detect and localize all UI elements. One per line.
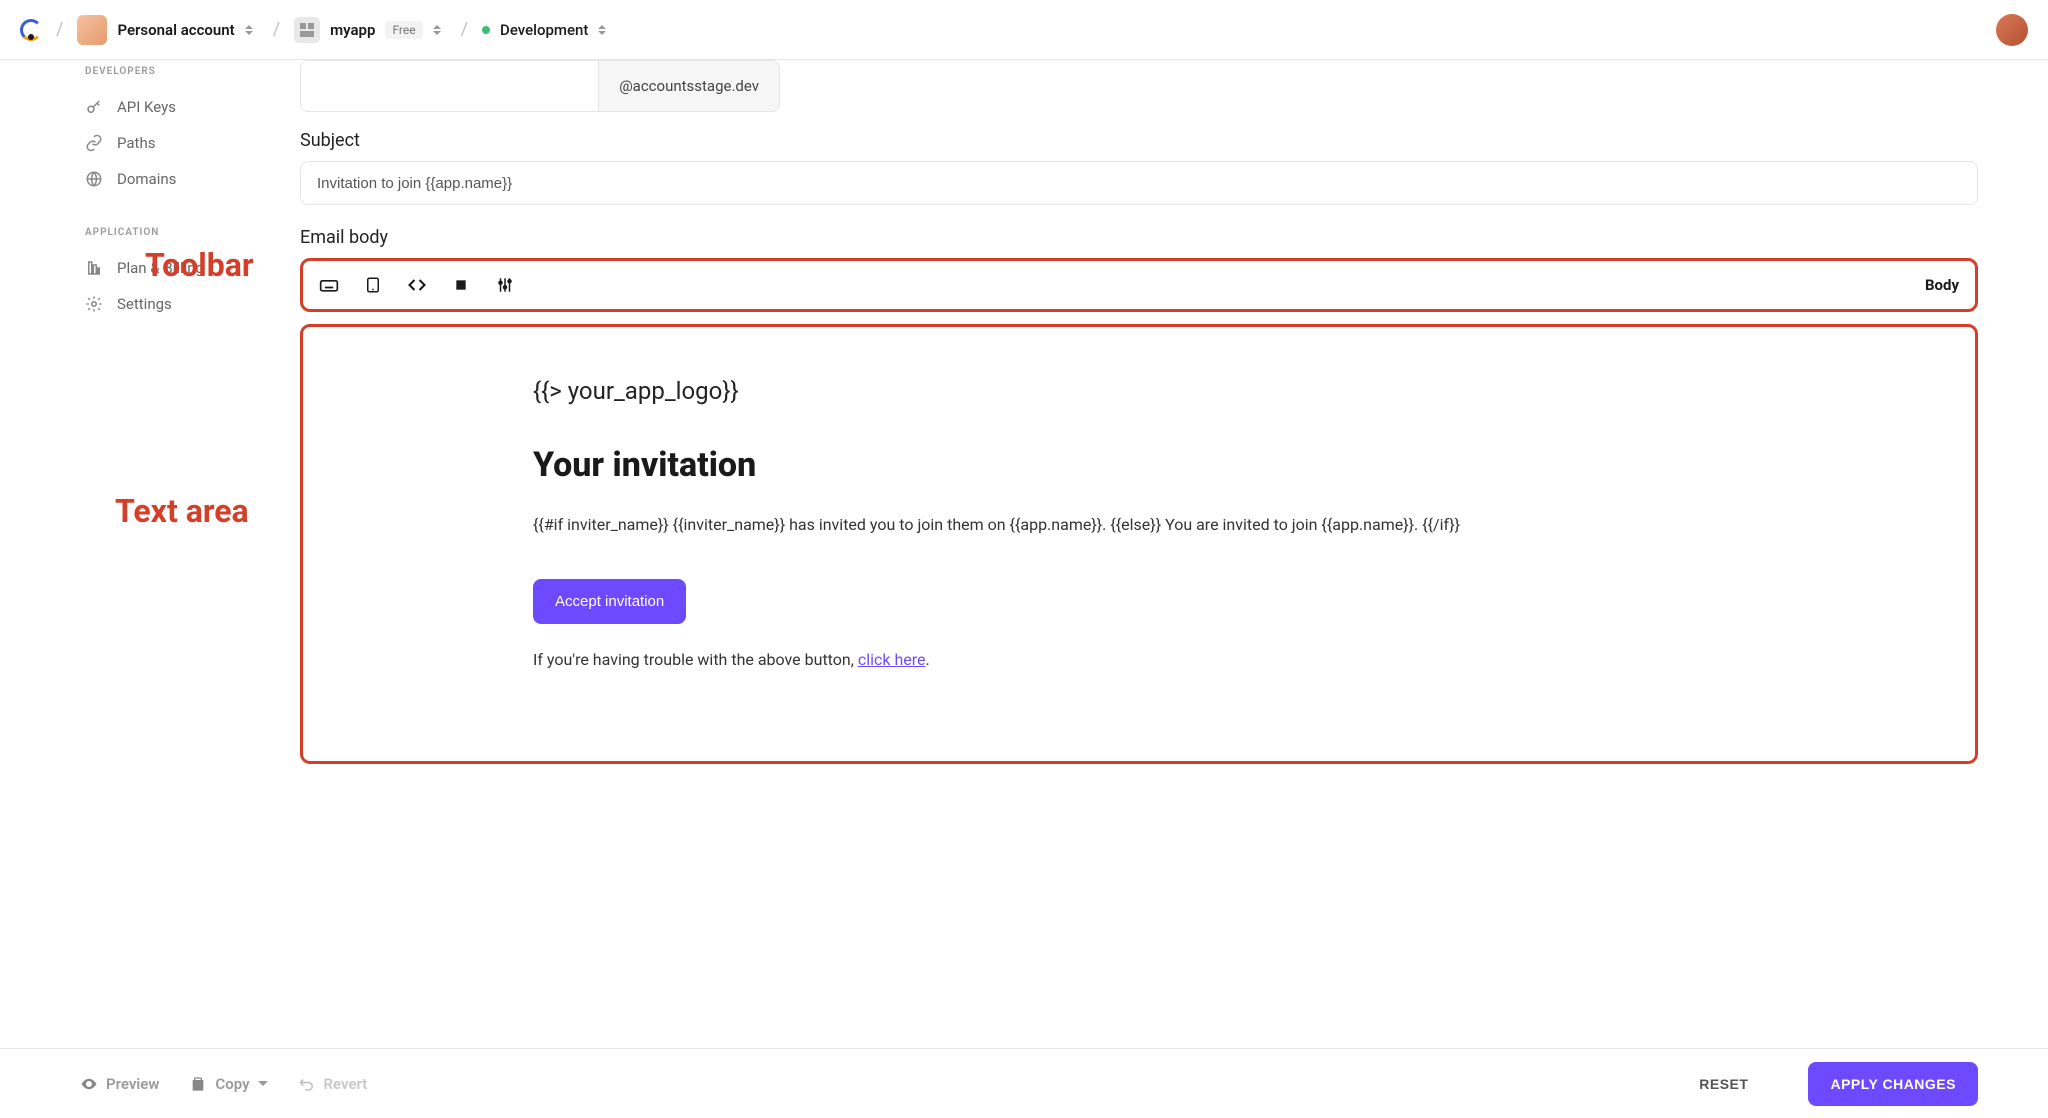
sidebar-item-paths[interactable]: Paths bbox=[85, 125, 280, 161]
sidebar-item-label: Plan & Billing bbox=[117, 259, 204, 277]
trouble-prefix: If you're having trouble with the above … bbox=[533, 650, 858, 669]
account-avatar bbox=[77, 15, 107, 45]
email-logo-placeholder: {{> your_app_logo}} bbox=[533, 377, 1815, 405]
from-email-input[interactable] bbox=[301, 61, 598, 111]
trouble-suffix: . bbox=[926, 650, 930, 669]
sidebar-item-settings[interactable]: Settings bbox=[85, 286, 280, 322]
status-dot-icon bbox=[482, 26, 490, 34]
accept-invitation-button[interactable]: Accept invitation bbox=[533, 579, 686, 624]
code-icon[interactable] bbox=[407, 275, 427, 295]
editor-textarea[interactable]: {{> your_app_logo}} Your invitation {{#i… bbox=[300, 324, 1978, 764]
clipboard-icon bbox=[189, 1075, 207, 1093]
gear-icon bbox=[85, 295, 103, 313]
topbar: / Personal account / myapp Free / Develo… bbox=[0, 0, 2048, 60]
breadcrumb-separator: / bbox=[56, 19, 63, 40]
subject-label: Subject bbox=[300, 130, 1978, 151]
revert-button[interactable]: Revert bbox=[298, 1075, 368, 1093]
key-icon bbox=[85, 98, 103, 116]
email-paragraph: {{#if inviter_name}} {{inviter_name}} ha… bbox=[533, 513, 1815, 537]
sidebar-group-header: APPLICATION bbox=[85, 227, 280, 238]
sidebar-item-label: Settings bbox=[117, 295, 172, 313]
user-avatar[interactable] bbox=[1996, 14, 2028, 46]
app-name: myapp bbox=[330, 21, 375, 39]
sidebar-item-domains[interactable]: Domains bbox=[85, 161, 280, 197]
sidebar-item-plan-billing[interactable]: Plan & Billing bbox=[85, 250, 280, 286]
app-switcher[interactable]: myapp Free bbox=[294, 17, 446, 43]
footer-bar: Preview Copy Revert RESET APPLY CHANGES bbox=[0, 1048, 2048, 1118]
sliders-icon[interactable] bbox=[495, 275, 515, 295]
account-label: Personal account bbox=[117, 21, 234, 39]
editor-toolbar: Body bbox=[300, 258, 1978, 312]
app-icon bbox=[294, 17, 320, 43]
email-domain-suffix: @accountsstage.dev bbox=[598, 61, 779, 111]
sidebar-item-label: Domains bbox=[117, 170, 176, 188]
tablet-icon[interactable] bbox=[363, 275, 383, 295]
email-trouble-text: If you're having trouble with the above … bbox=[533, 650, 1815, 669]
revert-label: Revert bbox=[324, 1075, 368, 1093]
preview-button[interactable]: Preview bbox=[80, 1075, 159, 1093]
reset-button[interactable]: RESET bbox=[1699, 1076, 1748, 1092]
email-heading: Your invitation bbox=[533, 445, 1815, 485]
from-email-field: @accountsstage.dev bbox=[300, 60, 780, 112]
sidebar-group-header: DEVELOPERS bbox=[85, 66, 280, 77]
env-label: Development bbox=[500, 21, 588, 39]
undo-icon bbox=[298, 1075, 316, 1093]
breadcrumb-separator: / bbox=[461, 19, 468, 40]
billing-icon bbox=[85, 259, 103, 277]
eye-icon bbox=[80, 1075, 98, 1093]
link-icon bbox=[85, 134, 103, 152]
stop-icon[interactable] bbox=[451, 275, 471, 295]
sidebar-item-label: API Keys bbox=[117, 98, 176, 116]
toolbar-mode-label[interactable]: Body bbox=[1925, 276, 1959, 294]
plan-badge: Free bbox=[385, 21, 422, 39]
account-switcher[interactable]: Personal account bbox=[77, 15, 258, 45]
brand-logo[interactable] bbox=[20, 19, 42, 41]
content-area: @accountsstage.dev Subject Email body To… bbox=[300, 60, 2048, 1048]
apply-changes-button[interactable]: APPLY CHANGES bbox=[1808, 1062, 1978, 1106]
chevron-updown-icon[interactable] bbox=[598, 21, 612, 39]
email-body-label: Email body bbox=[300, 227, 1978, 248]
copy-label: Copy bbox=[215, 1075, 249, 1093]
copy-button[interactable]: Copy bbox=[189, 1075, 267, 1093]
chevron-updown-icon[interactable] bbox=[245, 21, 259, 39]
preview-label: Preview bbox=[106, 1075, 159, 1093]
keyboard-icon[interactable] bbox=[319, 275, 339, 295]
subject-input[interactable] bbox=[300, 161, 1978, 205]
breadcrumb-separator: / bbox=[273, 19, 280, 40]
sidebar: DEVELOPERS API Keys Paths Domains APPLIC… bbox=[0, 60, 300, 1048]
globe-icon bbox=[85, 170, 103, 188]
sidebar-item-api-keys[interactable]: API Keys bbox=[85, 89, 280, 125]
env-switcher[interactable]: Development bbox=[482, 21, 612, 39]
chevron-updown-icon[interactable] bbox=[433, 21, 447, 39]
trouble-link[interactable]: click here bbox=[858, 650, 926, 669]
chevron-down-icon bbox=[258, 1081, 268, 1086]
sidebar-item-label: Paths bbox=[117, 134, 155, 152]
